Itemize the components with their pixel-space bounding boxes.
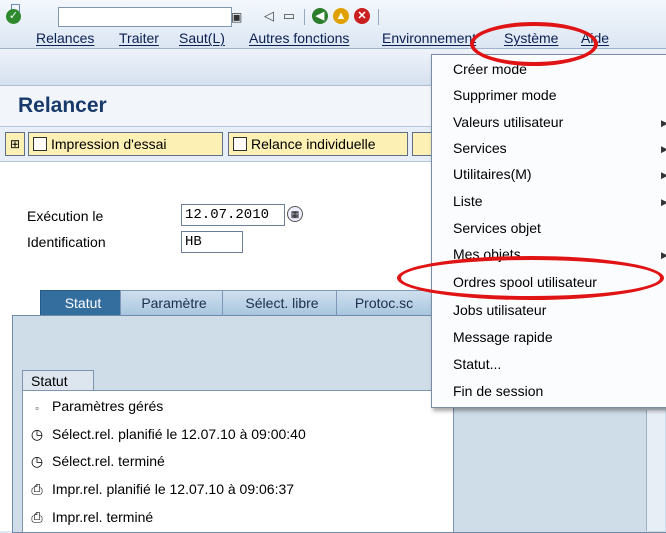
menu-saut[interactable]: Saut(L)	[179, 30, 225, 46]
status-row: ⎙ Impr.rel. terminé	[31, 509, 154, 525]
layout-button[interactable]: ⊞	[5, 132, 25, 156]
menu-traiter[interactable]: Traiter	[119, 30, 159, 46]
menu-item-services-objet[interactable]: Services objet	[453, 220, 541, 236]
menu-item-statut[interactable]: Statut...	[453, 356, 501, 372]
execution-label: Exécution le	[27, 208, 104, 224]
menu-relances[interactable]: Relances	[36, 30, 94, 46]
exit-icon[interactable]: ▲	[333, 8, 349, 24]
execution-date-field[interactable]: 12.07.2010	[181, 204, 285, 226]
menu-item-utilitaires[interactable]: Utilitaires(M)	[453, 166, 532, 182]
annotation-ellipse-systeme	[470, 22, 598, 66]
clock-icon: ◷	[30, 453, 44, 469]
submenu-arrow-icon: ▶	[661, 250, 666, 260]
printer-icon	[33, 137, 47, 151]
toolbar-separator	[304, 9, 305, 25]
tab-statut[interactable]: Statut	[40, 290, 126, 315]
submenu-arrow-icon: ▶	[661, 144, 666, 154]
individual-reminder-label: Relance individuelle	[251, 136, 376, 152]
identification-label: Identification	[27, 234, 106, 250]
status-row: ◷ Sélect.rel. planifié le 12.07.10 à 09:0…	[30, 426, 306, 442]
status-row: ▫ Paramètres gérés	[30, 398, 163, 414]
layout-icon: ⊞	[9, 137, 21, 151]
menu-item-services[interactable]: Services	[453, 140, 507, 156]
printer-icon: ⎙	[31, 509, 43, 525]
toolbar-separator	[378, 9, 379, 25]
status-row: ◷ Sélect.rel. terminé	[30, 453, 165, 469]
tab-parametre[interactable]: Paramètre	[120, 290, 228, 315]
print-test-label: Impression d'essai	[51, 136, 167, 152]
scrollbar[interactable]	[646, 410, 665, 531]
tab-select-libre[interactable]: Sélect. libre	[222, 290, 342, 315]
print-test-button[interactable]: Impression d'essai	[28, 132, 223, 156]
printer-icon: ⎙	[31, 481, 43, 497]
submenu-arrow-icon: ▶	[661, 197, 666, 207]
identification-field[interactable]: HB	[181, 231, 243, 253]
back-arrow-icon[interactable]: ◁	[261, 8, 277, 24]
menu-item-valeurs-utilisateur[interactable]: Valeurs utilisateur	[453, 114, 563, 130]
menu-item-message-rapide[interactable]: Message rapide	[453, 329, 553, 345]
menu-item-supprimer-mode[interactable]: Supprimer mode	[453, 87, 557, 103]
submenu-arrow-icon: ▶	[661, 118, 666, 128]
menu-item-jobs-utilisateur[interactable]: Jobs utilisateur	[453, 302, 546, 318]
back-icon[interactable]: ◀	[312, 8, 328, 24]
cancel-icon[interactable]: ✕	[354, 8, 370, 24]
menu-environnement[interactable]: Environnement	[382, 30, 476, 46]
status-row: ⎙ Impr.rel. planifié le 12.07.10 à 09:06:…	[31, 481, 295, 497]
calendar-picker-icon[interactable]: ▦	[287, 206, 303, 222]
save-icon[interactable]: ▭	[281, 8, 297, 24]
tab-protoc[interactable]: Protoc.sc	[336, 290, 432, 315]
individual-reminder-button[interactable]: Relance individuelle	[228, 132, 408, 156]
command-field[interactable]	[58, 7, 232, 27]
square-bullet-icon: ▫	[35, 403, 39, 413]
menu-autres-fonctions[interactable]: Autres fonctions	[249, 30, 349, 46]
submenu-arrow-icon: ▶	[661, 170, 666, 180]
tab-panel-right	[434, 410, 666, 531]
annotation-ellipse-spool	[397, 256, 664, 300]
menu-item-fin-de-session[interactable]: Fin de session	[453, 383, 543, 399]
enter-check-icon[interactable]: ✓	[6, 9, 21, 24]
command-history-icon[interactable]: ▣	[231, 7, 245, 27]
clock-icon: ◷	[30, 426, 44, 442]
status-group-title: Statut	[22, 370, 94, 390]
menu-item-liste[interactable]: Liste	[453, 193, 483, 209]
page-title: Relancer	[18, 94, 107, 117]
more-button[interactable]	[412, 132, 432, 156]
document-icon	[233, 137, 247, 151]
